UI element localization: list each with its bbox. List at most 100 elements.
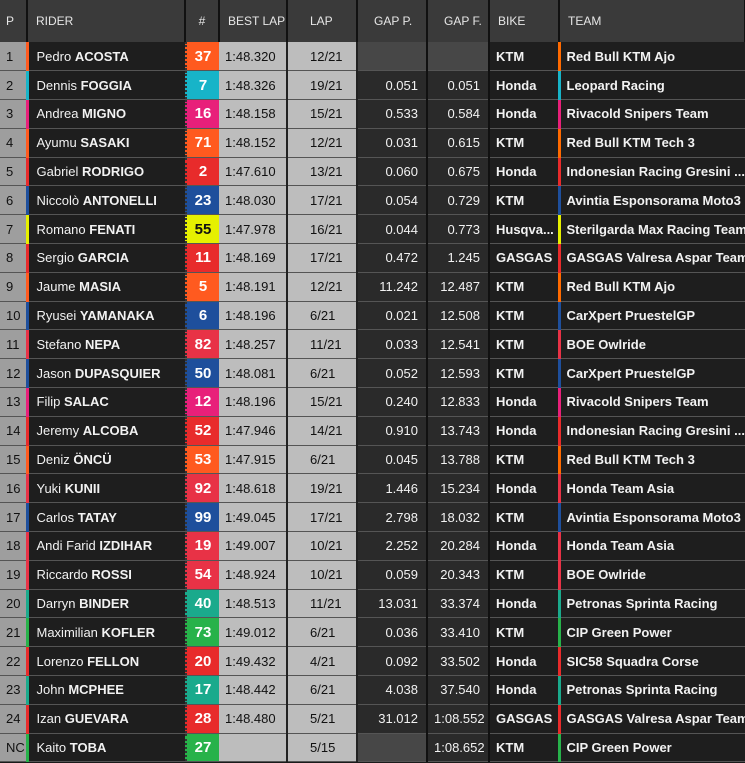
rider-first-name: Maximilian	[36, 624, 98, 640]
table-row[interactable]: 4 Ayumu SASAKI 71 1:48.152 12/21 0.031 0.615 KT…	[0, 128, 745, 158]
table-row[interactable]: 6 Niccolò ANTONELLI 23 1:48.030 17/21 0.054 0.…	[0, 185, 745, 216]
col-header-lap[interactable]: LAP	[287, 0, 358, 42]
rider-cell[interactable]: Sergio GARCIA	[25, 243, 185, 273]
col-header-gap-prev[interactable]: GAP P.	[357, 0, 428, 42]
best-lap-cell: 1:48.081	[219, 358, 288, 389]
rider-cell[interactable]: Dennis FOGGIA	[25, 70, 185, 101]
rider-cell[interactable]: Romano FENATI	[25, 214, 185, 245]
lap-cell: 10/21	[287, 531, 358, 561]
rider-cell[interactable]: Riccardo ROSSI	[25, 560, 185, 590]
table-row[interactable]: 12 Jason DUPASQUIER 50 1:48.081 6/21 0.052 12.…	[0, 358, 745, 389]
col-header-gap-first[interactable]: GAP F.	[427, 0, 490, 42]
rider-cell[interactable]: Filip SALAC	[25, 387, 185, 417]
rider-first-name: Sergio	[36, 250, 75, 266]
rider-number-badge: 20	[185, 647, 219, 675]
number-cell: 5	[185, 272, 219, 302]
rider-cell[interactable]: Yuki KUNII	[25, 473, 185, 504]
gap-prev-cell: 0.036	[357, 617, 428, 648]
rider-cell[interactable]: Lorenzo FELLON	[25, 646, 185, 677]
table-row[interactable]: 2 Dennis FOGGIA 7 1:48.326 19/21 0.051 0.051 Ho…	[0, 70, 745, 101]
rider-cell[interactable]: Maximilian KOFLER	[25, 617, 185, 648]
number-cell: 73	[185, 617, 219, 648]
rider-cell[interactable]: John MCPHEE	[25, 675, 185, 705]
rider-cell[interactable]: Gabriel RODRIGO	[25, 157, 185, 187]
bike-cell: Honda	[489, 473, 560, 504]
rider-cell[interactable]: Kaito TOBA	[25, 733, 185, 763]
gap-prev-cell: 0.021	[357, 301, 428, 331]
rider-last-name: ÖNCÜ	[73, 452, 112, 468]
table-row[interactable]: 16 Yuki KUNII 92 1:48.618 19/21 1.446 15.234 Ho…	[0, 473, 745, 504]
table-row[interactable]: 19 Riccardo ROSSI 54 1:48.924 10/21 0.059 20.3…	[0, 560, 745, 590]
number-cell: 92	[185, 473, 219, 504]
col-header-bike[interactable]: BIKE	[489, 0, 560, 42]
rider-first-name: Andi Farid	[36, 538, 96, 554]
table-row[interactable]: 5 Gabriel RODRIGO 2 1:47.610 13/21 0.060 0.675…	[0, 157, 745, 187]
gap-first-cell: 33.374	[427, 589, 490, 619]
rider-first-name: Jaume	[36, 279, 76, 295]
table-row[interactable]: 10 Ryusei YAMANAKA 6 1:48.196 6/21 0.021 12.50…	[0, 301, 745, 331]
rider-cell[interactable]: Deniz ÖNCÜ	[25, 445, 185, 475]
gap-prev-cell: 31.012	[357, 704, 428, 734]
table-row[interactable]: 1 Pedro ACOSTA 37 1:48.320 12/21 KTM Red Bull …	[0, 42, 745, 72]
rider-last-name: SALAC	[63, 394, 109, 410]
team-cell: Honda Team Asia	[557, 473, 745, 504]
rider-cell[interactable]: Jason DUPASQUIER	[25, 358, 185, 389]
rider-number-badge: 37	[185, 42, 219, 70]
table-row[interactable]: 15 Deniz ÖNCÜ 53 1:47.915 6/21 0.045 13.788 KTM…	[0, 445, 745, 475]
lap-cell: 14/21	[287, 416, 358, 446]
team-cell: CIP Green Power	[557, 617, 745, 648]
rider-cell[interactable]: Carlos TATAY	[25, 502, 185, 533]
rider-cell[interactable]: Niccolò ANTONELLI	[25, 185, 185, 216]
table-row[interactable]: 8 Sergio GARCIA 11 1:48.169 17/21 0.472 1.245 G…	[0, 243, 745, 273]
team-cell: SIC58 Squadra Corse	[557, 646, 745, 677]
rider-cell[interactable]: Darryn BINDER	[25, 589, 185, 619]
rider-number-badge: 52	[185, 416, 219, 445]
rider-last-name: FOGGIA	[80, 77, 132, 93]
table-row[interactable]: 13 Filip SALAC 12 1:48.196 15/21 0.240 12.833 H…	[0, 387, 745, 417]
col-header-best-lap[interactable]: BEST LAP	[219, 0, 288, 42]
rider-number-badge: 40	[185, 589, 219, 617]
rider-cell[interactable]: Stefano NEPA	[25, 329, 185, 360]
table-row[interactable]: NC Kaito TOBA 27 5/15 1:08.652 KTM CIP Green P…	[0, 733, 745, 763]
table-row[interactable]: 20 Darryn BINDER 40 1:48.513 11/21 13.031 33.3…	[0, 589, 745, 619]
rider-cell[interactable]: Andrea MIGNO	[25, 99, 185, 129]
rider-cell[interactable]: Pedro ACOSTA	[25, 42, 185, 72]
col-header-rider[interactable]: RIDER	[27, 0, 186, 42]
rider-last-name: MCPHEE	[68, 682, 124, 698]
number-cell: 82	[185, 329, 219, 360]
rider-cell[interactable]: Jaume MASIA	[25, 272, 185, 302]
rider-number-badge: 71	[185, 128, 219, 157]
gap-first-cell: 0.729	[427, 185, 490, 216]
table-row[interactable]: 3 Andrea MIGNO 16 1:48.158 15/21 0.533 0.584 Ho…	[0, 99, 745, 129]
col-header-team[interactable]: TEAM	[559, 0, 745, 42]
table-row[interactable]: 21 Maximilian KOFLER 73 1:49.012 6/21 0.036 33…	[0, 617, 745, 648]
bike-cell: KTM	[489, 617, 560, 648]
table-row[interactable]: 23 John MCPHEE 17 1:48.442 6/21 4.038 37.540 Ho…	[0, 675, 745, 705]
rider-cell[interactable]: Andi Farid IZDIHAR	[25, 531, 185, 561]
lap-cell: 17/21	[287, 185, 358, 216]
table-row[interactable]: 7 Romano FENATI 55 1:47.978 16/21 0.044 0.773 H…	[0, 214, 745, 245]
table-row[interactable]: 17 Carlos TATAY 99 1:49.045 17/21 2.798 18.032…	[0, 502, 745, 533]
table-row[interactable]: 18 Andi Farid IZDIHAR 19 1:49.007 10/21 2.252…	[0, 531, 745, 561]
team-cell: Red Bull KTM Ajo	[557, 272, 745, 302]
lap-cell: 4/21	[287, 646, 358, 677]
table-row[interactable]: 14 Jeremy ALCOBA 52 1:47.946 14/21 0.910 13.74…	[0, 416, 745, 446]
table-row[interactable]: 9 Jaume MASIA 5 1:48.191 12/21 11.242 12.487 KT…	[0, 272, 745, 302]
rider-first-name: Stefano	[36, 336, 82, 352]
table-row[interactable]: 22 Lorenzo FELLON 20 1:49.432 4/21 0.092 33.50…	[0, 646, 745, 677]
table-row[interactable]: 11 Stefano NEPA 82 1:48.257 11/21 0.033 12.541…	[0, 329, 745, 360]
table-row[interactable]: 24 Izan GUEVARA 28 1:48.480 5/21 31.012 1:08.5…	[0, 704, 745, 734]
rider-cell[interactable]: Jeremy ALCOBA	[25, 416, 185, 446]
col-header-number[interactable]: #	[185, 0, 220, 42]
rider-first-name: Lorenzo	[36, 653, 84, 669]
col-header-position[interactable]: P	[0, 0, 28, 42]
position-cell: 11	[0, 329, 28, 360]
bike-cell: KTM	[489, 128, 560, 158]
rider-cell[interactable]: Ayumu SASAKI	[25, 128, 185, 158]
best-lap-cell: 1:48.191	[219, 272, 288, 302]
number-cell: 28	[185, 704, 219, 734]
rider-cell[interactable]: Izan GUEVARA	[25, 704, 185, 734]
gap-first-cell: 0.675	[427, 157, 490, 187]
rider-cell[interactable]: Ryusei YAMANAKA	[25, 301, 185, 331]
position-cell: 21	[0, 617, 28, 648]
